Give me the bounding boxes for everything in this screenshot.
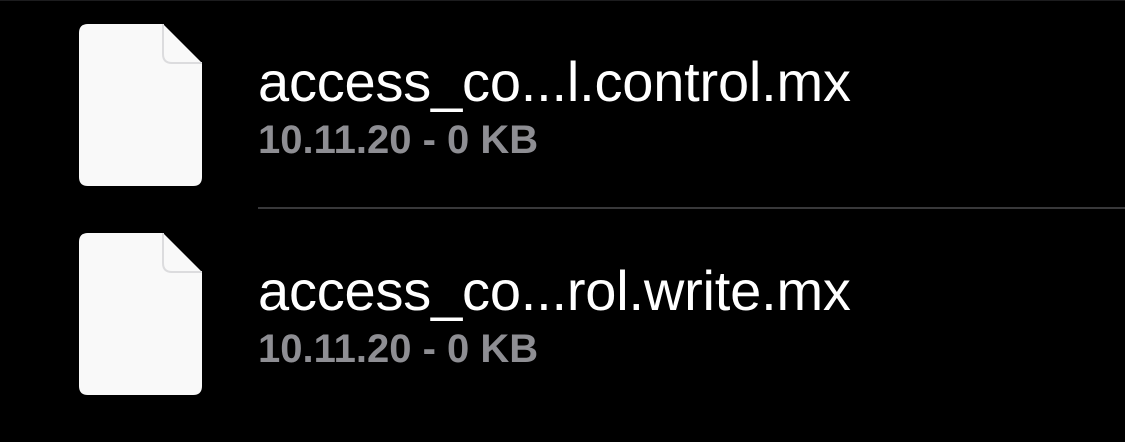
file-name: access_co...l.control.mx (258, 50, 851, 113)
file-list-item[interactable]: access_co...l.control.mx 10.11.20 - 0 KB (0, 0, 1125, 209)
file-meta: 10.11.20 - 0 KB (258, 327, 539, 371)
file-meta: 10.11.20 - 0 KB (258, 118, 539, 162)
file-list-item[interactable]: access_co...rol.write.mx 10.11.20 - 0 KB (0, 209, 1125, 418)
document-icon (79, 233, 202, 395)
document-icon (79, 24, 202, 186)
file-name: access_co...rol.write.mx (258, 259, 851, 322)
